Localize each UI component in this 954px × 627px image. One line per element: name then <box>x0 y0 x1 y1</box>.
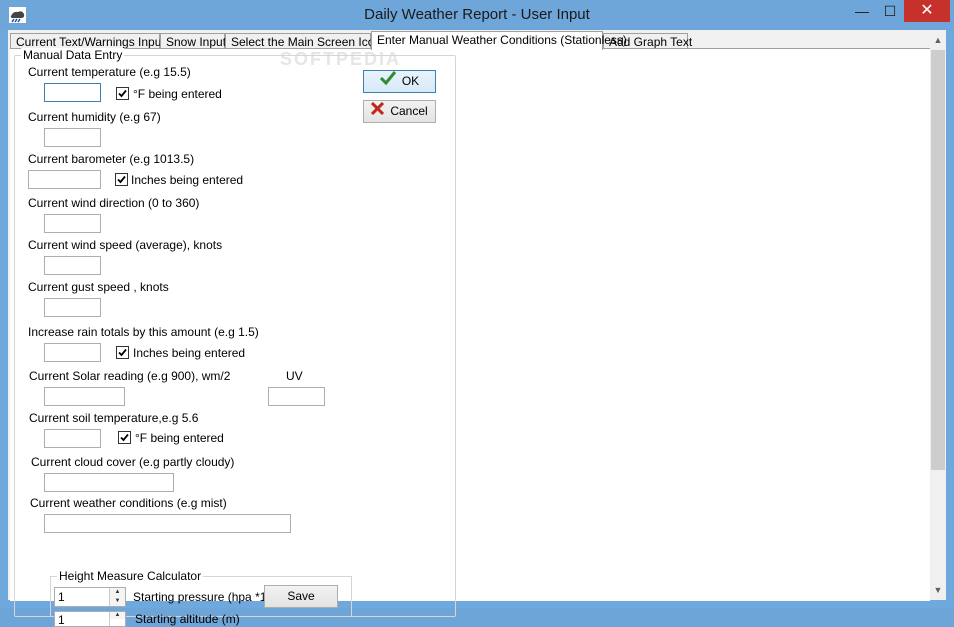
ok-button[interactable]: OK <box>363 70 436 93</box>
scroll-up-icon[interactable]: ▲ <box>930 32 946 48</box>
tab-strip: Current Text/Warnings Input Snow Input S… <box>10 31 930 50</box>
tab-content: SOFTPEDIA Manual Data Entry Current temp… <box>10 48 930 627</box>
barometer-input[interactable] <box>28 170 101 189</box>
manual-data-entry-group: Manual Data Entry Current temperature (e… <box>14 48 456 617</box>
save-button[interactable]: Save <box>264 585 338 608</box>
minimize-button[interactable]: — <box>848 0 876 22</box>
rain-label: Increase rain totals by this amount (e.g… <box>28 325 259 339</box>
vertical-scrollbar[interactable]: ▲ ▼ <box>930 30 946 600</box>
tab-main-screen-icon[interactable]: Select the Main Screen Icon <box>225 33 381 49</box>
pressure-value: 1 <box>58 590 65 604</box>
height-calculator-title: Height Measure Calculator <box>57 569 204 583</box>
spin-down-icon[interactable]: ▼ <box>110 597 125 606</box>
spin-up-icon[interactable]: ▲ <box>110 588 125 597</box>
barometer-inches-label: Inches being entered <box>131 173 244 187</box>
weather-conditions-input[interactable] <box>44 514 291 533</box>
wind-speed-label: Current wind speed (average), knots <box>28 238 223 252</box>
rain-input[interactable] <box>44 343 101 362</box>
pressure-spinner-arrows[interactable]: ▲ ▼ <box>109 588 125 606</box>
weather-conditions-label: Current weather conditions (e.g mist) <box>30 496 227 510</box>
window-title: Daily Weather Report - User Input <box>364 6 590 23</box>
ok-button-label: OK <box>401 74 420 88</box>
tab-snow-input[interactable]: Snow Input <box>160 33 226 49</box>
client-area: Current Text/Warnings Input Snow Input S… <box>8 30 946 627</box>
altitude-label: Starting altitude (m) <box>135 612 240 626</box>
humidity-input[interactable] <box>44 128 101 147</box>
temperature-input[interactable] <box>44 83 101 102</box>
cloud-cover-label: Current cloud cover (e.g partly cloudy) <box>31 455 235 469</box>
barometer-label: Current barometer (e.g 1013.5) <box>28 152 195 166</box>
cloud-cover-input[interactable] <box>44 473 174 492</box>
title-bar[interactable]: Daily Weather Report - User Input — ☐ ✕ <box>0 0 954 30</box>
pressure-spinner[interactable]: 1 ▲ ▼ <box>54 587 126 607</box>
wind-direction-input[interactable] <box>44 214 101 233</box>
rain-inches-label: Inches being entered <box>133 346 246 360</box>
soil-fahrenheit-label: °F being entered <box>135 431 224 445</box>
cross-icon <box>371 101 385 122</box>
rain-inches-checkbox[interactable] <box>116 346 129 359</box>
solar-input[interactable] <box>44 387 125 406</box>
humidity-label: Current humidity (e.g 67) <box>28 110 161 124</box>
checkmark-icon <box>379 71 396 92</box>
wind-speed-input[interactable] <box>44 256 101 275</box>
gust-speed-label: Current gust speed , knots <box>28 280 169 294</box>
pressure-label: Starting pressure (hpa *10) <box>133 590 278 604</box>
gust-speed-input[interactable] <box>44 298 101 317</box>
soil-temp-label: Current soil temperature,e.g 5.6 <box>29 411 199 425</box>
altitude-spinner[interactable]: 1 ▲ <box>54 611 126 627</box>
wind-direction-label: Current wind direction (0 to 360) <box>28 196 200 210</box>
spin-up-icon[interactable]: ▲ <box>110 612 125 619</box>
cancel-button-label: Cancel <box>390 104 428 118</box>
uv-label: UV <box>286 369 303 383</box>
tab-current-text-warnings[interactable]: Current Text/Warnings Input <box>10 33 165 49</box>
altitude-spinner-arrows[interactable]: ▲ <box>109 612 125 626</box>
temp-fahrenheit-label: °F being entered <box>133 87 222 101</box>
altitude-value: 1 <box>58 613 65 627</box>
close-button[interactable]: ✕ <box>904 0 950 22</box>
solar-label: Current Solar reading (e.g 900), wm/2 <box>29 369 231 383</box>
app-window: Daily Weather Report - User Input — ☐ ✕ … <box>0 0 954 627</box>
uv-input[interactable] <box>268 387 325 406</box>
temp-fahrenheit-checkbox[interactable] <box>116 87 129 100</box>
scroll-thumb[interactable] <box>931 50 945 470</box>
temperature-label: Current temperature (e.g 15.5) <box>28 65 191 79</box>
tab-manual-weather-conditions[interactable]: Enter Manual Weather Conditions (Station… <box>371 31 627 50</box>
soil-fahrenheit-checkbox[interactable] <box>118 431 131 444</box>
scroll-down-icon[interactable]: ▼ <box>930 582 946 598</box>
group-title: Manual Data Entry <box>21 48 125 62</box>
barometer-inches-checkbox[interactable] <box>115 173 128 186</box>
cancel-button[interactable]: Cancel <box>363 100 436 123</box>
maximize-button[interactable]: ☐ <box>876 0 904 22</box>
soil-temp-input[interactable] <box>44 429 101 448</box>
